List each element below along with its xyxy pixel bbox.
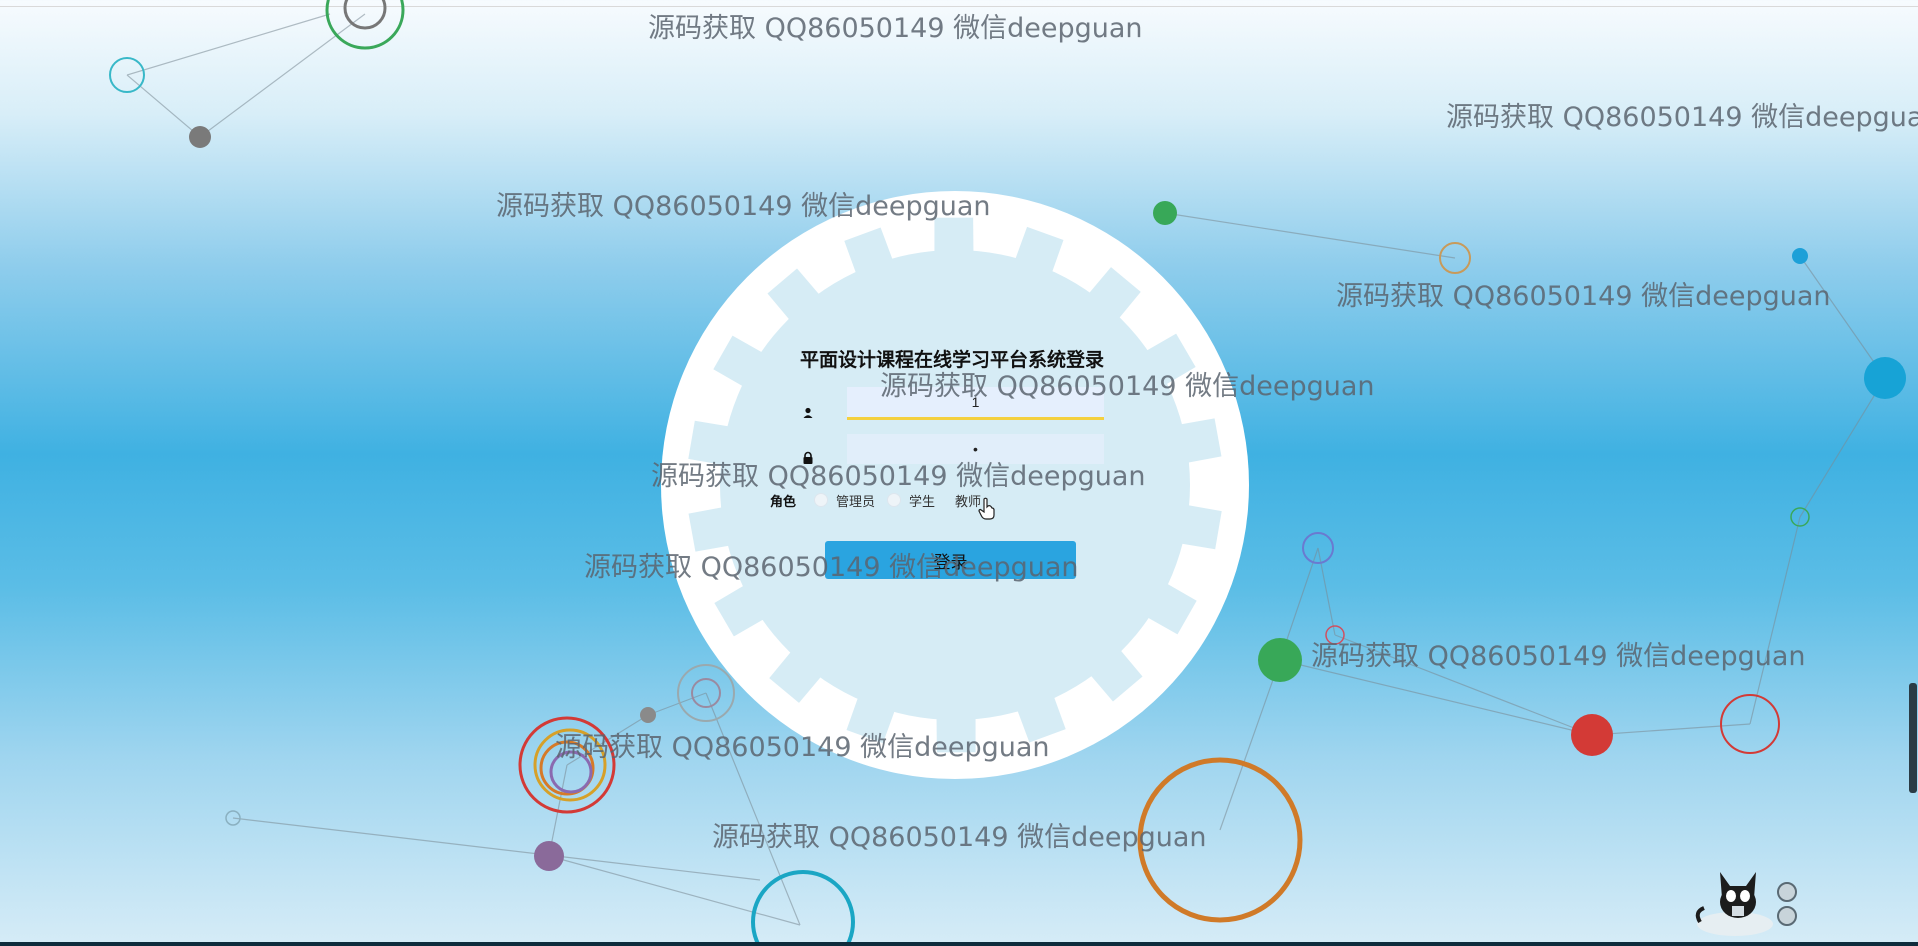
username-input[interactable] <box>847 387 1104 420</box>
role-label: 角色 <box>770 494 797 510</box>
role-radio-admin[interactable]: 管理员 <box>814 491 875 510</box>
hand-cursor-icon <box>978 497 995 520</box>
gear-tooth <box>1177 418 1222 464</box>
cat-mascot-icon <box>1695 872 1797 936</box>
password-input[interactable] <box>847 434 1104 464</box>
login-button[interactable]: 登录 <box>825 541 1076 579</box>
role-radio-teacher[interactable]: 教师 <box>947 491 981 510</box>
user-icon <box>803 407 813 418</box>
page-title: 平面设计课程在线学习平台系统登录 <box>800 349 1105 371</box>
gear-tooth <box>934 217 974 256</box>
side-scroll-handle[interactable] <box>1909 683 1917 793</box>
role-selector: 角色 管理员 学生 教师 <box>770 489 993 511</box>
login-card: 平面设计课程在线学习平台系统登录 角色 管理员 学生 教师 登录 <box>760 330 1160 600</box>
role-radio-student[interactable]: 学生 <box>887 491 935 510</box>
gear-tooth <box>936 714 976 753</box>
radio-dot[interactable] <box>887 493 902 507</box>
gear-tooth <box>688 506 733 552</box>
gear-tooth <box>688 420 733 466</box>
radio-dot[interactable] <box>814 493 829 507</box>
lock-icon <box>803 451 813 464</box>
gear-tooth <box>1177 504 1222 550</box>
bottom-bar <box>0 942 1918 946</box>
